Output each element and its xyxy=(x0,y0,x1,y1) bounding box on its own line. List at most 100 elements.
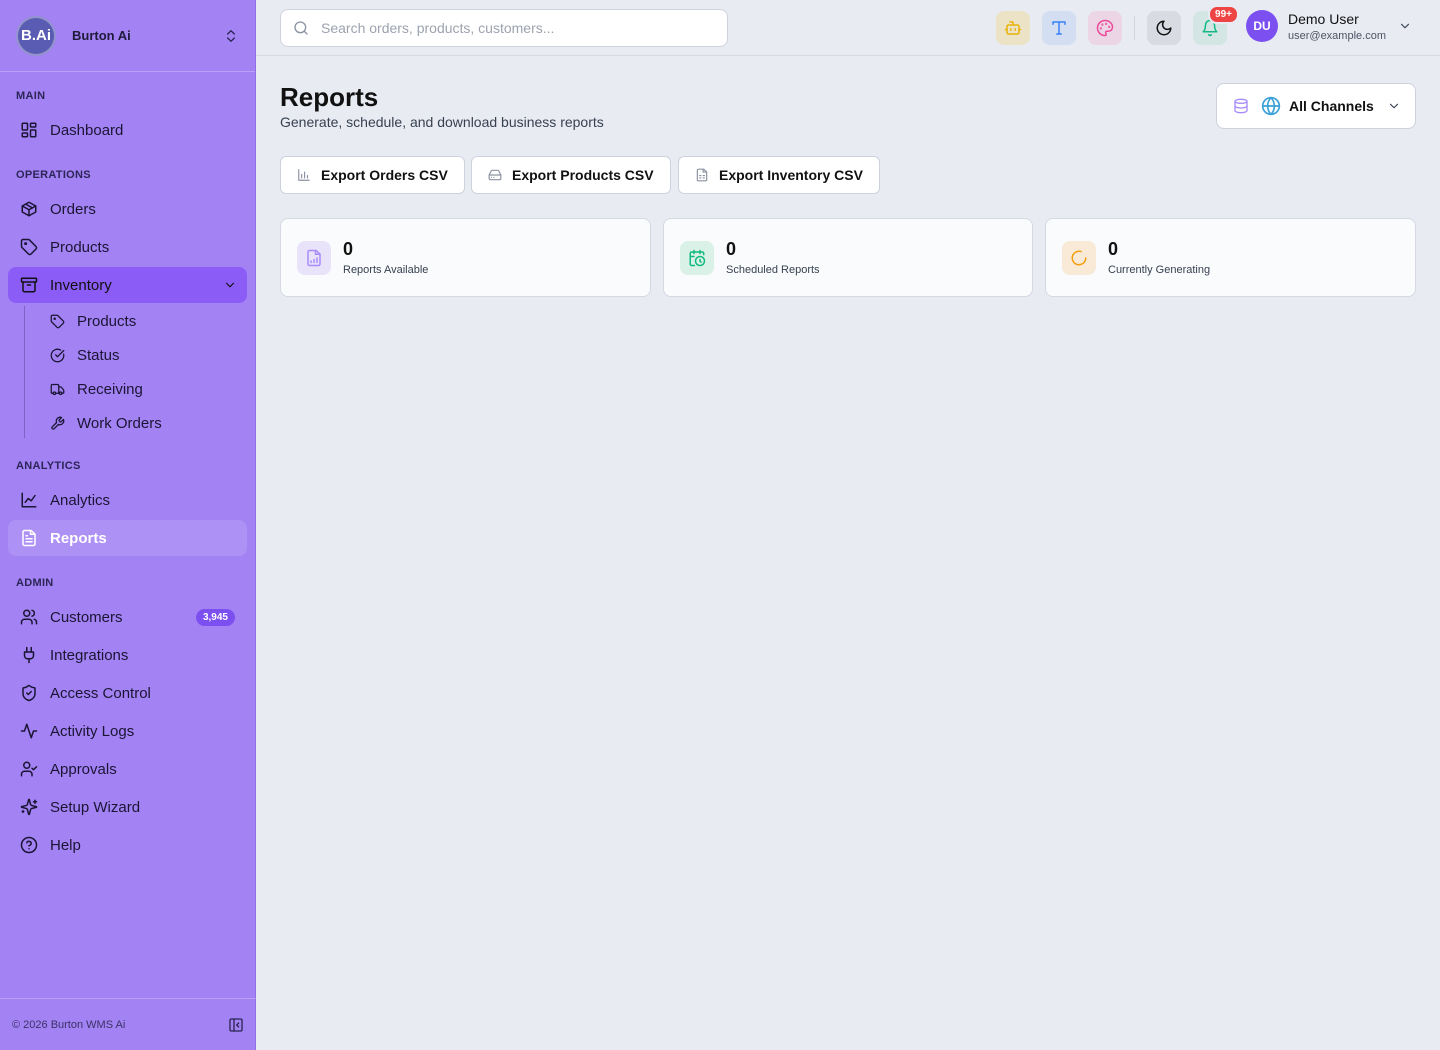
panel-collapse-icon[interactable] xyxy=(228,1017,244,1033)
stat-text: 0 Reports Available xyxy=(343,239,428,276)
user-menu[interactable]: DU Demo User user@example.com xyxy=(1246,10,1412,42)
sidebar: B.Ai Burton Ai MAIN Dashboard OPERATIONS… xyxy=(0,0,256,1050)
stat-label: Reports Available xyxy=(343,264,429,276)
chevrons-up-down-icon[interactable] xyxy=(223,28,239,44)
sidebar-item-label: Products xyxy=(50,238,110,256)
moon-icon xyxy=(1156,20,1172,36)
toolbar-divider xyxy=(1134,16,1135,40)
main-content: Reports Generate, schedule, and download… xyxy=(256,56,1440,1050)
sidebar-item-customers[interactable]: Customers 3,945 xyxy=(8,599,247,635)
sidebar-item-label: Orders xyxy=(50,200,96,218)
sidebar-item-approvals[interactable]: Approvals xyxy=(8,751,247,787)
file-spreadsheet-icon xyxy=(696,168,708,182)
copyright-text: © 2026 Burton WMS Ai xyxy=(12,1018,126,1031)
layout-dashboard-icon xyxy=(21,122,37,138)
sidebar-item-help[interactable]: Help xyxy=(8,827,247,863)
export-inventory-label: Export Inventory CSV xyxy=(719,167,863,183)
stat-value: 0 xyxy=(1108,239,1119,259)
sidebar-item-reports[interactable]: Reports xyxy=(8,520,247,556)
channel-selector[interactable]: All Channels xyxy=(1216,83,1416,129)
sidebar-item-label: Dashboard xyxy=(50,121,124,139)
stat-value: 0 xyxy=(726,239,737,259)
sidebar-item-products[interactable]: Products xyxy=(8,229,247,265)
type-icon xyxy=(1052,21,1066,35)
file-chart-icon xyxy=(307,249,321,266)
bot-icon xyxy=(1004,21,1022,35)
sidebar-item-setup-wizard[interactable]: Setup Wizard xyxy=(8,789,247,825)
bar-chart-icon xyxy=(298,169,310,181)
stat-label: Currently Generating xyxy=(1108,264,1211,276)
sidebar-item-label: Access Control xyxy=(50,684,151,702)
search-bar[interactable] xyxy=(280,9,728,47)
section-label-main: MAIN xyxy=(16,90,46,102)
section-label-operations: OPERATIONS xyxy=(16,169,91,181)
line-chart-icon xyxy=(21,492,37,508)
sidebar-subitem-label: Status xyxy=(77,346,120,364)
section-label-analytics: ANALYTICS xyxy=(16,460,81,472)
user-name: Demo User xyxy=(1288,10,1359,27)
hard-drive-icon xyxy=(488,169,502,181)
package-icon xyxy=(21,201,37,217)
channel-selector-label: All Channels xyxy=(1289,98,1374,114)
brand-logo: B.Ai xyxy=(16,15,56,56)
search-input[interactable] xyxy=(321,20,727,36)
sidebar-item-analytics[interactable]: Analytics xyxy=(8,482,247,518)
user-check-icon xyxy=(20,761,38,777)
section-label-admin: ADMIN xyxy=(16,577,54,589)
sidebar-subitem-work-orders[interactable]: Work Orders xyxy=(42,408,242,438)
notifications-count-badge: 99+ xyxy=(1208,5,1239,24)
sidebar-item-label: Approvals xyxy=(50,760,117,778)
stat-card-currently-generating: 0 Currently Generating xyxy=(1045,218,1416,297)
chevron-down-icon xyxy=(225,282,235,288)
file-text-icon xyxy=(22,529,36,547)
ai-assistant-button[interactable] xyxy=(996,11,1030,45)
brand-name: Burton Ai xyxy=(72,28,131,43)
database-icon xyxy=(1234,98,1248,114)
help-circle-icon xyxy=(20,836,38,854)
globe-icon xyxy=(1261,96,1281,116)
brand-header[interactable]: B.Ai Burton Ai xyxy=(0,0,255,72)
theme-palette-button[interactable] xyxy=(1088,11,1122,45)
sidebar-item-activity-logs[interactable]: Activity Logs xyxy=(8,713,247,749)
sidebar-footer: © 2026 Burton WMS Ai xyxy=(0,998,256,1050)
stat-text: 0 Scheduled Reports xyxy=(726,239,820,276)
chevron-down-icon xyxy=(1389,103,1399,109)
sidebar-item-label: Inventory xyxy=(50,276,112,294)
sidebar-item-orders[interactable]: Orders xyxy=(8,191,247,227)
shield-check-icon xyxy=(22,684,36,702)
sidebar-subitem-status[interactable]: Status xyxy=(42,340,242,370)
stat-card-scheduled-reports: 0 Scheduled Reports xyxy=(663,218,1033,297)
stat-icon-wrap xyxy=(297,240,331,275)
sidebar-subitem-receiving[interactable]: Receiving xyxy=(42,374,242,404)
wrench-icon xyxy=(51,416,65,430)
search-icon xyxy=(294,21,308,35)
export-orders-label: Export Orders CSV xyxy=(321,167,448,183)
user-email: user@example.com xyxy=(1288,29,1386,42)
export-inventory-button[interactable]: Export Inventory CSV xyxy=(678,156,880,194)
sidebar-item-access-control[interactable]: Access Control xyxy=(8,675,247,711)
user-info: Demo User user@example.com xyxy=(1288,11,1386,42)
notifications-button[interactable]: 99+ xyxy=(1193,5,1239,45)
export-orders-button[interactable]: Export Orders CSV xyxy=(280,156,465,194)
archive-icon xyxy=(20,277,38,293)
sidebar-item-dashboard[interactable]: Dashboard xyxy=(8,112,247,148)
tag-icon xyxy=(50,314,65,328)
palette-icon xyxy=(1096,19,1114,37)
typography-button[interactable] xyxy=(1042,11,1076,45)
export-products-button[interactable]: Export Products CSV xyxy=(471,156,671,194)
stat-icon-wrap xyxy=(1062,240,1096,275)
sidebar-subitem-label: Products xyxy=(77,312,137,330)
users-icon xyxy=(20,609,38,625)
sidebar-subitem-products[interactable]: Products xyxy=(42,306,242,336)
dark-mode-toggle[interactable] xyxy=(1147,11,1181,45)
sidebar-item-integrations[interactable]: Integrations xyxy=(8,637,247,673)
page-title: Reports xyxy=(280,82,379,112)
customers-count-badge: 3,945 xyxy=(195,608,235,626)
plug-icon xyxy=(23,646,35,664)
sidebar-item-label: Customers xyxy=(50,608,123,626)
avatar: DU xyxy=(1246,10,1278,42)
stat-icon-wrap xyxy=(680,240,714,275)
chevron-down-icon xyxy=(1400,23,1410,29)
sidebar-item-label: Help xyxy=(50,836,81,854)
sidebar-item-inventory[interactable]: Inventory xyxy=(8,267,247,303)
